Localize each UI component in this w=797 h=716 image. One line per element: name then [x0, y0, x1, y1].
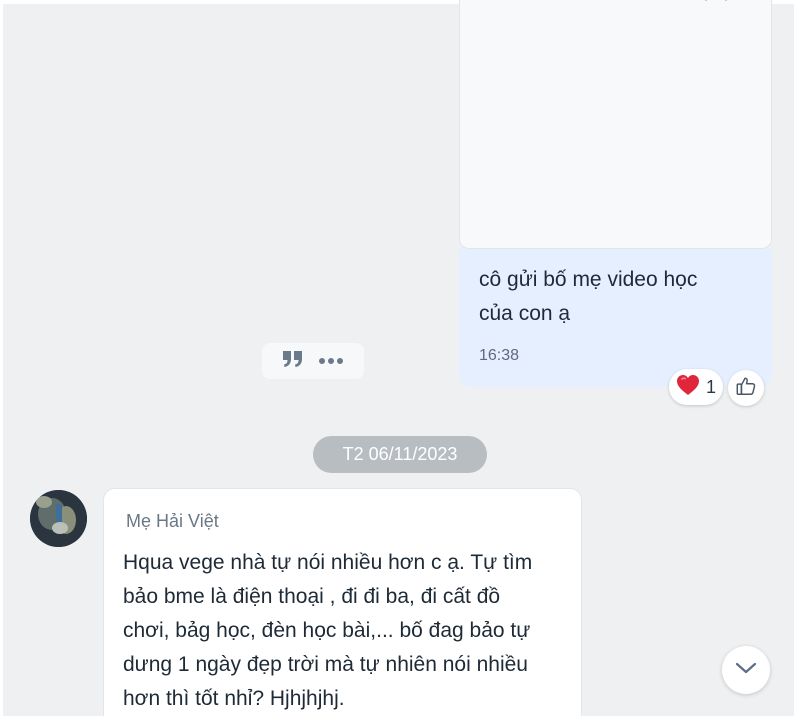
received-message-line: hơn thì tốt nhỉ? Hjhjhjhj.	[123, 687, 345, 710]
sent-message-line: cô gửi bố mẹ video học	[479, 268, 698, 291]
media-stub-icon: ⌄ ⌄	[701, 0, 731, 3]
sent-video-preview[interactable]: ⌄ ⌄	[459, 0, 772, 249]
avatar[interactable]	[30, 490, 87, 547]
chevron-down-icon	[735, 661, 757, 680]
received-message-line: chơi, bảg học, đèn học bài,... bố đag bả…	[123, 619, 531, 642]
left-border	[0, 0, 3, 716]
more-icon[interactable]	[318, 352, 344, 370]
heart-icon	[676, 374, 700, 401]
quote-icon[interactable]	[282, 350, 304, 373]
message-hover-actions	[262, 343, 364, 379]
received-message-bubble[interactable]: Mẹ Hải Việt Hqua vege nhà tự nói nhiều h…	[103, 488, 582, 716]
sender-name[interactable]: Mẹ Hải Việt	[126, 511, 563, 532]
like-button[interactable]	[728, 370, 764, 406]
sent-message-text: cô gửi bố mẹ video học của con ạ	[479, 263, 754, 331]
chat-view: ⌄ ⌄ cô gửi bố mẹ video học của con ạ 16:…	[0, 0, 797, 716]
date-divider: T2 06/11/2023	[313, 436, 487, 473]
scroll-to-bottom-button[interactable]	[722, 646, 770, 694]
sent-media-card[interactable]: ⌄ ⌄	[459, 0, 772, 249]
received-message-line: dưng 1 ngày đẹp trời mà tự nhiên nói nhi…	[123, 653, 528, 676]
received-message-text: Hqua vege nhà tự nói nhiều hơn c ạ. Tự t…	[123, 546, 563, 716]
received-message-line: bảo bme là điện thoại , đi đi ba, đi cất…	[123, 585, 501, 608]
sent-message-bubble[interactable]: cô gửi bố mẹ video học của con ạ 16:38	[459, 249, 772, 387]
received-message-line: Hqua vege nhà tự nói nhiều hơn c ạ. Tự t…	[123, 551, 533, 574]
reaction-heart-pill[interactable]: 1	[669, 369, 723, 405]
reaction-count: 1	[705, 376, 716, 397]
sent-message-line: của con ạ	[479, 302, 571, 325]
message-timestamp: 16:38	[479, 347, 520, 364]
thumbs-up-icon	[735, 375, 757, 402]
